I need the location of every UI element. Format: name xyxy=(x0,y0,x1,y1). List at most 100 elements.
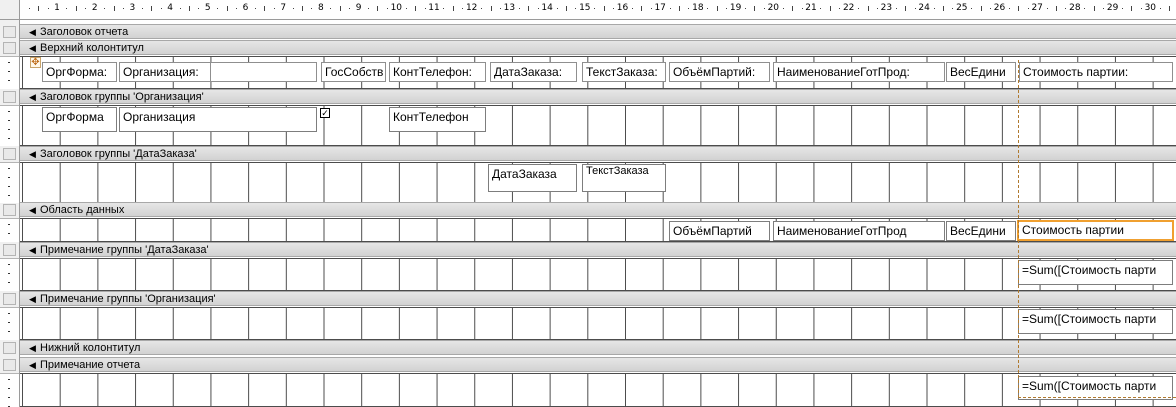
ruler-tick xyxy=(462,8,464,9)
band-page-header[interactable]: ◀ Верхний колонтитул xyxy=(20,40,1176,55)
section-detail[interactable]: ОбъёмПартий НаименованиеГотПрод ВесЕдини… xyxy=(20,218,1176,242)
ruler-tick xyxy=(28,8,30,9)
band-group-header-order-date[interactable]: ◀ Заголовок группы 'ДатаЗаказа' xyxy=(20,146,1176,161)
ruler-tick xyxy=(8,379,10,380)
section-collapse-icon: ◀ xyxy=(29,27,36,37)
ruler-tick xyxy=(481,8,483,9)
band-label: Заголовок группы 'Организация' xyxy=(40,91,204,103)
section-selector[interactable] xyxy=(3,91,16,103)
ruler-tick xyxy=(641,6,643,11)
field-organization[interactable]: Организация xyxy=(119,107,317,132)
label-product-name[interactable]: НаименованиеГотПрод: xyxy=(773,62,945,82)
section-group-header-organization[interactable]: ОргФорма Организация ✓ КонтТелефон xyxy=(20,105,1176,146)
ruler-number: 27 xyxy=(1031,3,1043,13)
section-selector[interactable] xyxy=(3,42,16,54)
ruler-tick xyxy=(330,8,332,9)
section-group-header-order-date[interactable]: ДатаЗаказа ТекстЗаказа xyxy=(20,162,1176,203)
label-batch-cost[interactable]: Стоимость партии: xyxy=(1019,62,1173,82)
ruler-tick xyxy=(905,6,907,11)
section-selector[interactable] xyxy=(3,342,16,354)
field-cont-phone[interactable]: КонтТелефон xyxy=(389,107,486,132)
ruler-number: 9 xyxy=(355,3,362,13)
field-order-date[interactable]: ДатаЗаказа xyxy=(488,164,577,192)
band-report-header[interactable]: ◀ Заголовок отчета xyxy=(20,24,1176,39)
vertical-ruler-segment xyxy=(0,307,19,340)
label-cont-phone[interactable]: КонтТелефон: xyxy=(389,62,486,82)
ruler-tick xyxy=(914,8,916,9)
field-unit-weight[interactable]: ВесЕдини xyxy=(946,221,1016,241)
label-batch-volume[interactable]: ОбъёмПартий: xyxy=(669,62,770,82)
ruler-tick xyxy=(8,138,10,139)
ruler-tick xyxy=(368,8,370,9)
section-report-footer[interactable]: =Sum([Стоимость парти xyxy=(20,373,1176,407)
section-collapse-icon: ◀ xyxy=(29,343,36,353)
section-collapse-icon: ◀ xyxy=(29,149,36,159)
section-selector[interactable] xyxy=(3,244,16,256)
band-detail[interactable]: ◀ Область данных xyxy=(20,202,1176,217)
ruler-tick xyxy=(867,6,869,11)
field-batch-volume[interactable]: ОбъёмПартий xyxy=(669,221,770,241)
ruler-tick xyxy=(302,6,304,11)
ruler-tick xyxy=(1065,8,1067,9)
band-group-footer-order-date[interactable]: ◀ Примечание группы 'ДатаЗаказа' xyxy=(20,242,1176,257)
vertical-ruler-segment xyxy=(0,218,19,242)
section-selector[interactable] xyxy=(3,26,16,38)
ruler-tick xyxy=(104,8,106,9)
ruler-tick xyxy=(236,8,238,9)
horizontal-ruler[interactable]: 1 2 3 4 5 6 7 8 9 10 11 12 13 14 15 16 17 18 19 20 21 22 23 24 2… xyxy=(20,0,1176,20)
section-selector[interactable] xyxy=(3,148,16,160)
ruler-tick xyxy=(518,8,520,9)
ruler-tick xyxy=(876,8,878,9)
ruler-number: 24 xyxy=(918,3,930,13)
section-collapse-icon: ◀ xyxy=(29,43,36,53)
band-report-footer[interactable]: ◀ Примечание отчета xyxy=(20,357,1176,372)
label-gos-sobstv[interactable]: ГосСобств xyxy=(321,62,386,82)
field-product-name[interactable]: НаименованиеГотПрод xyxy=(773,221,945,241)
ruler-tick xyxy=(1093,6,1095,11)
field-org-form[interactable]: ОргФорма xyxy=(42,107,117,132)
ruler-tick xyxy=(38,6,40,11)
ruler-tick xyxy=(151,6,153,11)
ruler-tick xyxy=(8,62,10,63)
ruler-number: 22 xyxy=(842,3,855,13)
label-order-date[interactable]: ДатаЗаказа: xyxy=(490,62,577,82)
label-organization-extra[interactable] xyxy=(210,62,317,82)
ruler-corner[interactable] xyxy=(0,0,20,20)
section-selector[interactable] xyxy=(3,204,16,216)
section-selector[interactable] xyxy=(3,293,16,305)
section-group-footer-organization[interactable]: =Sum([Стоимость парти xyxy=(20,307,1176,340)
ruler-number: 28 xyxy=(1069,3,1081,13)
label-organization[interactable]: Организация: xyxy=(119,62,211,82)
move-handle-icon[interactable]: ✥ xyxy=(30,57,41,68)
ruler-number: 18 xyxy=(692,3,704,13)
ruler-tick xyxy=(8,80,10,81)
band-group-header-organization[interactable]: ◀ Заголовок группы 'Организация' xyxy=(20,89,1176,104)
field-sum-batch-cost-date[interactable]: =Sum([Стоимость парти xyxy=(1018,260,1173,285)
ruler-tick xyxy=(829,6,831,11)
band-group-footer-organization[interactable]: ◀ Примечание группы 'Организация' xyxy=(20,291,1176,306)
ruler-tick xyxy=(1159,8,1161,9)
section-selector[interactable] xyxy=(3,359,16,371)
ruler-tick xyxy=(8,129,10,130)
field-order-text[interactable]: ТекстЗаказа xyxy=(582,164,666,192)
page-width-marker-bottom xyxy=(1018,397,1176,398)
vertical-ruler[interactable] xyxy=(0,20,20,407)
ruler-number: 4 xyxy=(167,3,173,13)
label-org-form[interactable]: ОргФорма: xyxy=(42,62,117,82)
ruler-tick xyxy=(8,313,10,314)
section-page-header[interactable]: ✥ ОргФорма: Организация: ГосСобств КонтТ… xyxy=(20,56,1176,89)
field-batch-cost[interactable]: Стоимость партии xyxy=(1017,220,1174,241)
field-sum-batch-cost-org[interactable]: =Sum([Стоимость парти xyxy=(1018,309,1173,334)
label-unit-weight[interactable]: ВесЕдини xyxy=(946,62,1016,82)
band-page-footer[interactable]: ◀ Нижний колонтитул xyxy=(20,340,1176,355)
checkbox-gos-sobstv[interactable]: ✓ xyxy=(320,108,330,118)
ruler-number: 11 xyxy=(428,3,440,13)
ruler-tick xyxy=(85,8,87,9)
page-width-marker xyxy=(1018,60,1019,398)
band-label: Заголовок отчета xyxy=(40,26,129,38)
label-order-text[interactable]: ТекстЗаказа: xyxy=(582,62,666,82)
ruler-tick xyxy=(415,6,417,11)
section-group-footer-order-date[interactable]: =Sum([Стоимость парти xyxy=(20,258,1176,291)
section-collapse-icon: ◀ xyxy=(29,360,36,370)
ruler-number: 21 xyxy=(805,3,817,13)
